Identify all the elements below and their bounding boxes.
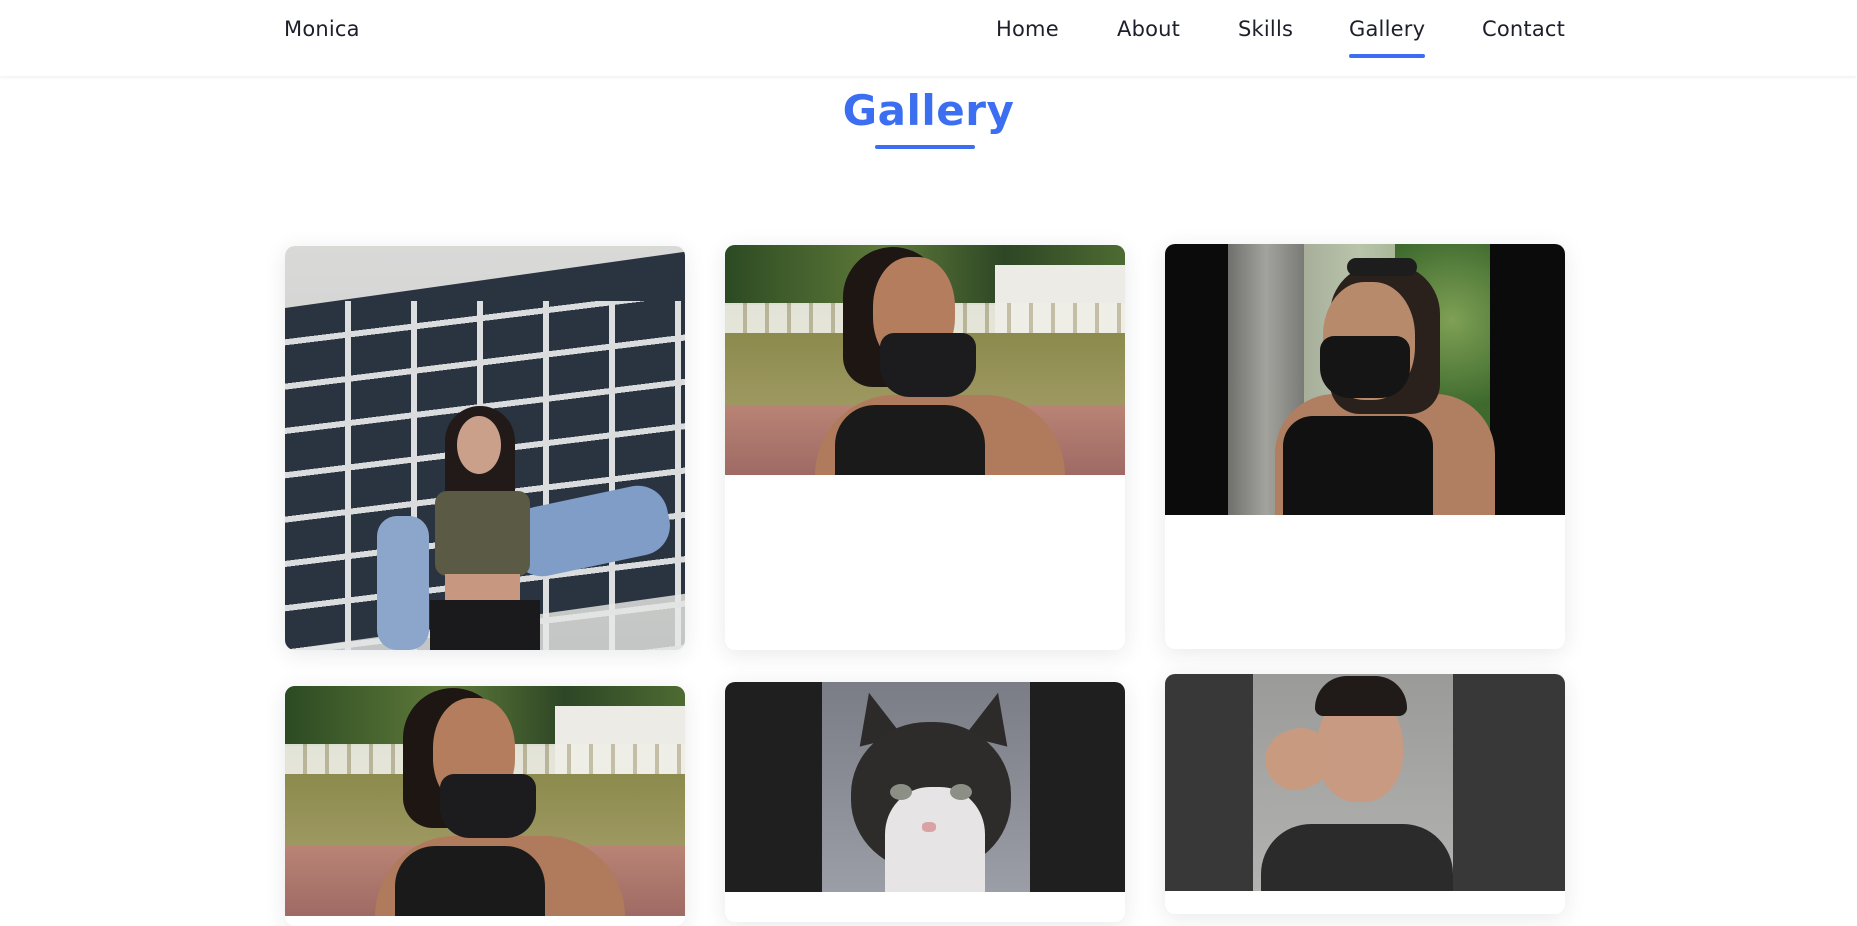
- nav-link-gallery[interactable]: Gallery: [1349, 17, 1426, 58]
- gallery-card-5[interactable]: [725, 682, 1125, 922]
- nav-link-home[interactable]: Home: [996, 17, 1059, 41]
- gallery-card-6[interactable]: [1165, 674, 1565, 914]
- gallery-photo-mask-outdoor: [725, 245, 1125, 475]
- main-nav: Home About Skills Gallery Contact: [0, 17, 1857, 63]
- gallery-card-4[interactable]: [285, 686, 685, 926]
- nav-link-about[interactable]: About: [1117, 17, 1180, 41]
- site-header: Monica Home About Skills Gallery Contact: [0, 0, 1857, 76]
- gallery-photo-window: [285, 246, 685, 650]
- gallery-photo-cat: [725, 682, 1125, 892]
- section-title: Gallery: [842, 86, 1015, 135]
- gallery-card-3[interactable]: [1165, 244, 1565, 649]
- gallery-card-1[interactable]: [285, 246, 685, 650]
- nav-link-skills[interactable]: Skills: [1238, 17, 1293, 41]
- gallery-photo-smile: [1165, 674, 1565, 891]
- gallery-card-2[interactable]: [725, 245, 1125, 650]
- gallery-photo-mask-outdoor-2: [285, 686, 685, 916]
- nav-link-contact[interactable]: Contact: [1482, 17, 1565, 41]
- gallery-photo-mask-tree: [1165, 244, 1565, 515]
- title-underline: [875, 145, 975, 149]
